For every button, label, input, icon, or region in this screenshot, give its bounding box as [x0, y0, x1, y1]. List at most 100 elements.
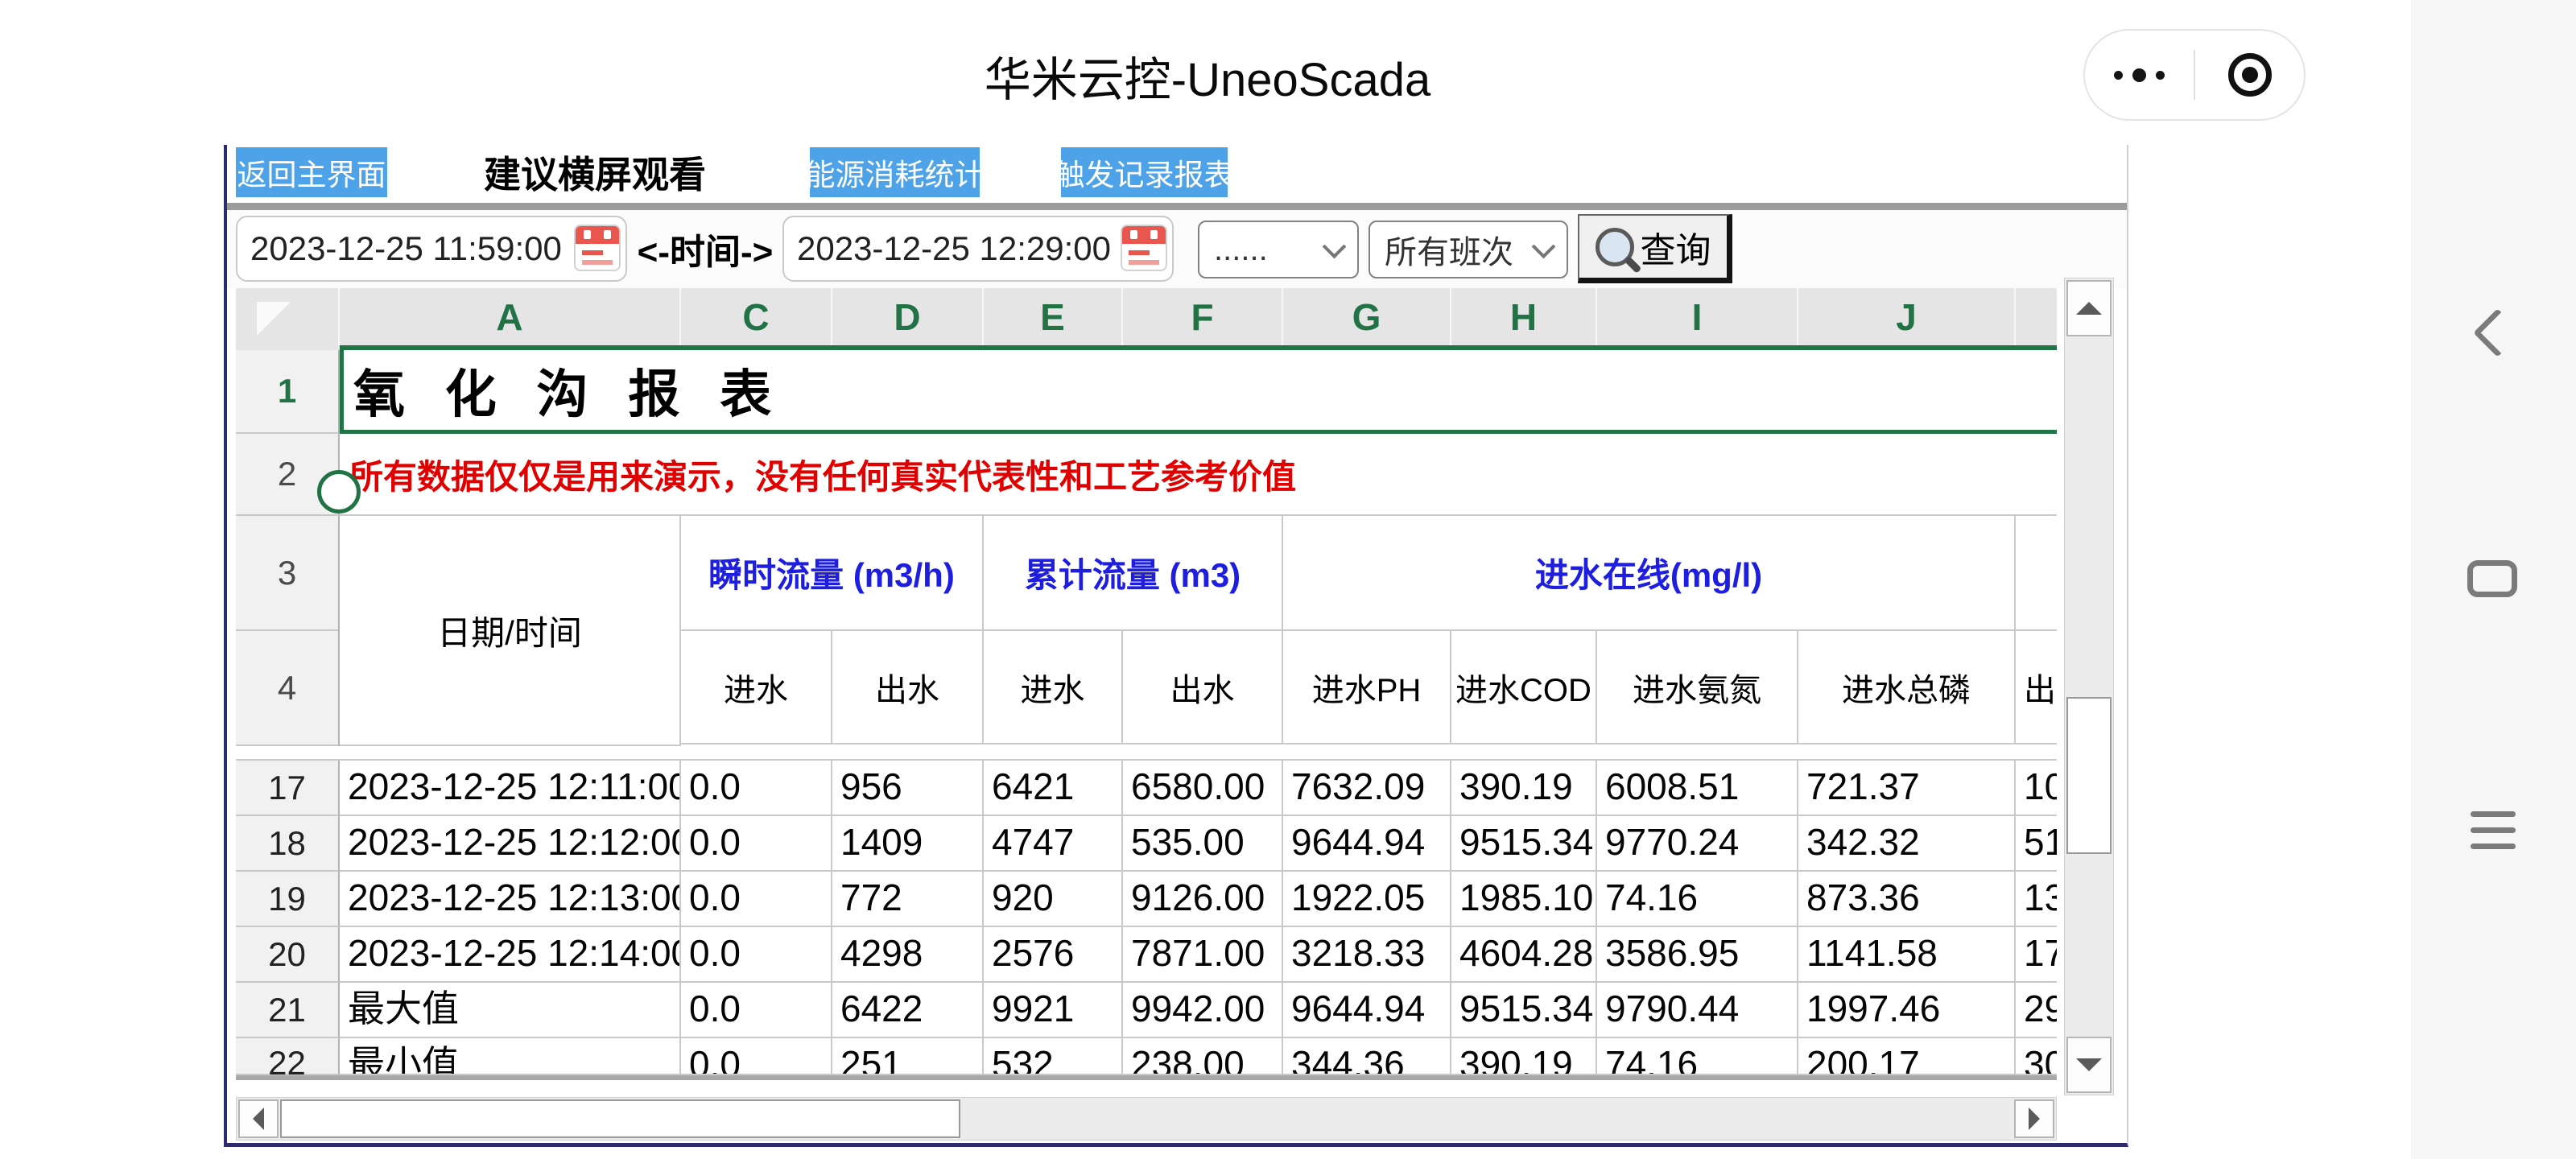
subheader-6[interactable]: 进水氨氮 — [1597, 631, 1798, 743]
subheader-0[interactable]: 进水 — [681, 631, 832, 743]
cell-r17-c3[interactable]: 6421 — [984, 761, 1123, 816]
cell-r18-c8[interactable]: 342.32 — [1798, 816, 2016, 872]
filter-dropdown[interactable]: ...... — [1198, 221, 1359, 278]
cell-r18-c3[interactable]: 4747 — [984, 816, 1123, 872]
subheader-2[interactable]: 进水 — [984, 631, 1123, 743]
column-header-I[interactable]: I — [1597, 288, 1798, 345]
cell-r21-c8[interactable]: 1997.46 — [1798, 983, 2016, 1038]
recents-menu-icon[interactable] — [2471, 811, 2516, 860]
cell-r20-c0[interactable]: 2023-12-25 12:14:00 — [340, 927, 681, 983]
cell-r22-c7[interactable]: 74.16 — [1597, 1038, 1798, 1075]
column-header-C[interactable]: C — [681, 288, 832, 345]
column-header-F[interactable]: F — [1123, 288, 1283, 345]
row-header-4[interactable]: 4 — [236, 631, 338, 746]
row-header-18[interactable]: 18 — [236, 816, 340, 872]
selection-handle[interactable] — [317, 470, 361, 514]
cell-r17-c4[interactable]: 6580.00 — [1123, 761, 1283, 816]
cell-r17-c8[interactable]: 721.37 — [1798, 761, 2016, 816]
cell-r17-c6[interactable]: 390.19 — [1451, 761, 1597, 816]
cell-r17-c2[interactable]: 956 — [832, 761, 984, 816]
row-header-22[interactable]: 22 — [236, 1038, 340, 1075]
cell-r19-c3[interactable]: 920 — [984, 872, 1123, 927]
column-header-D[interactable]: D — [832, 288, 984, 345]
exit-button[interactable] — [2195, 31, 2304, 119]
cell-r18-c9[interactable]: 51 — [2016, 816, 2057, 872]
cell-r21-c4[interactable]: 9942.00 — [1123, 983, 1283, 1038]
cell-r22-c8[interactable]: 200.17 — [1798, 1038, 2016, 1075]
calendar-icon[interactable] — [1121, 225, 1167, 271]
cell-r18-c1[interactable]: 0.0 — [681, 816, 832, 872]
group-instant-flow[interactable]: 瞬时流量 (m3/h) — [681, 516, 984, 629]
energy-stats-button[interactable]: 能源消耗统计 — [810, 147, 980, 197]
column-header-A[interactable]: A — [340, 288, 681, 345]
subheader-1[interactable]: 出水 — [832, 631, 984, 743]
row-header-3[interactable]: 3 — [236, 516, 338, 631]
cell-r22-c0[interactable]: 最小值 — [340, 1038, 681, 1075]
cell-r17-c0[interactable]: 2023-12-25 12:11:00 — [340, 761, 681, 816]
row-header-20[interactable]: 20 — [236, 927, 340, 983]
cell-r18-c5[interactable]: 9644.94 — [1283, 816, 1451, 872]
cell-r17-c5[interactable]: 7632.09 — [1283, 761, 1451, 816]
cell-r18-c6[interactable]: 9515.34 — [1451, 816, 1597, 872]
cell-r20-c3[interactable]: 2576 — [984, 927, 1123, 983]
home-square-icon[interactable] — [2467, 560, 2517, 597]
cell-r21-c5[interactable]: 9644.94 — [1283, 983, 1451, 1038]
cell-r21-c6[interactable]: 9515.34 — [1451, 983, 1597, 1038]
cell-r18-c2[interactable]: 1409 — [832, 816, 984, 872]
cell-r19-c0[interactable]: 2023-12-25 12:13:00 — [340, 872, 681, 927]
end-time-input[interactable]: 2023-12-25 12:29:00 — [782, 216, 1174, 282]
cell-r18-c7[interactable]: 9770.24 — [1597, 816, 1798, 872]
subheader-3[interactable]: 出水 — [1123, 631, 1283, 743]
group-inlet-online[interactable]: 进水在线(mg/l) — [1283, 516, 2016, 629]
column-header-G[interactable]: G — [1283, 288, 1451, 345]
cell-r19-c9[interactable]: 13 — [2016, 872, 2057, 927]
cell-r20-c8[interactable]: 1141.58 — [1798, 927, 2016, 983]
column-header-H[interactable]: H — [1451, 288, 1597, 345]
cell-r20-c4[interactable]: 7871.00 — [1123, 927, 1283, 983]
cell-r20-c5[interactable]: 3218.33 — [1283, 927, 1451, 983]
subheader-4[interactable]: 进水PH — [1283, 631, 1451, 743]
horizontal-scroll-thumb[interactable] — [280, 1099, 960, 1138]
vertical-scrollbar[interactable] — [2064, 278, 2114, 1095]
row-header-19[interactable]: 19 — [236, 872, 340, 927]
cell-r19-c5[interactable]: 1922.05 — [1283, 872, 1451, 927]
row-header-21[interactable]: 21 — [236, 983, 340, 1038]
subheader-5[interactable]: 进水COD — [1451, 631, 1597, 743]
shift-dropdown[interactable]: 所有班次 — [1368, 221, 1568, 278]
scroll-left-button[interactable] — [238, 1099, 279, 1138]
scroll-right-button[interactable] — [2014, 1099, 2054, 1138]
cell-r20-c1[interactable]: 0.0 — [681, 927, 832, 983]
back-chevron-icon[interactable] — [2473, 308, 2522, 357]
cell-r20-c9[interactable]: 17 — [2016, 927, 2057, 983]
cell-r21-c1[interactable]: 0.0 — [681, 983, 832, 1038]
scroll-down-button[interactable] — [2066, 1037, 2112, 1093]
cell-r19-c4[interactable]: 9126.00 — [1123, 872, 1283, 927]
sheet-title-cell[interactable]: 氧 化 沟 报 表 — [340, 350, 2057, 434]
cell-r22-c6[interactable]: 390.19 — [1451, 1038, 1597, 1075]
cell-r21-c2[interactable]: 6422 — [832, 983, 984, 1038]
column-header-E[interactable]: E — [984, 288, 1123, 345]
cell-r21-c9[interactable]: 29 — [2016, 983, 2057, 1038]
cell-r18-c4[interactable]: 535.00 — [1123, 816, 1283, 872]
column-header-J[interactable]: J — [1798, 288, 2016, 345]
subheader-8[interactable]: 出 — [2016, 631, 2057, 743]
cell-r21-c0[interactable]: 最大值 — [340, 983, 681, 1038]
cell-r22-c5[interactable]: 344.36 — [1283, 1038, 1451, 1075]
row-header-1[interactable]: 1 — [236, 350, 340, 434]
group-total-flow[interactable]: 累计流量 (m3) — [984, 516, 1283, 629]
cell-r20-c6[interactable]: 4604.28 — [1451, 927, 1597, 983]
cell-r21-c3[interactable]: 9921 — [984, 983, 1123, 1038]
select-all-corner[interactable] — [236, 288, 340, 345]
cell-r17-c1[interactable]: 0.0 — [681, 761, 832, 816]
vertical-scroll-thumb[interactable] — [2066, 697, 2112, 854]
start-time-input[interactable]: 2023-12-25 11:59:00 — [236, 216, 627, 282]
row-header-17[interactable]: 17 — [236, 761, 340, 816]
back-home-button[interactable]: 返回主界面 — [236, 147, 387, 197]
cell-r19-c1[interactable]: 0.0 — [681, 872, 832, 927]
calendar-icon[interactable] — [574, 225, 621, 271]
cell-r17-c7[interactable]: 6008.51 — [1597, 761, 1798, 816]
trigger-report-button[interactable]: 触发记录报表 — [1061, 147, 1228, 197]
cell-r19-c8[interactable]: 873.36 — [1798, 872, 2016, 927]
cell-r22-c9[interactable]: 30 — [2016, 1038, 2057, 1075]
scroll-up-button[interactable] — [2066, 280, 2112, 336]
